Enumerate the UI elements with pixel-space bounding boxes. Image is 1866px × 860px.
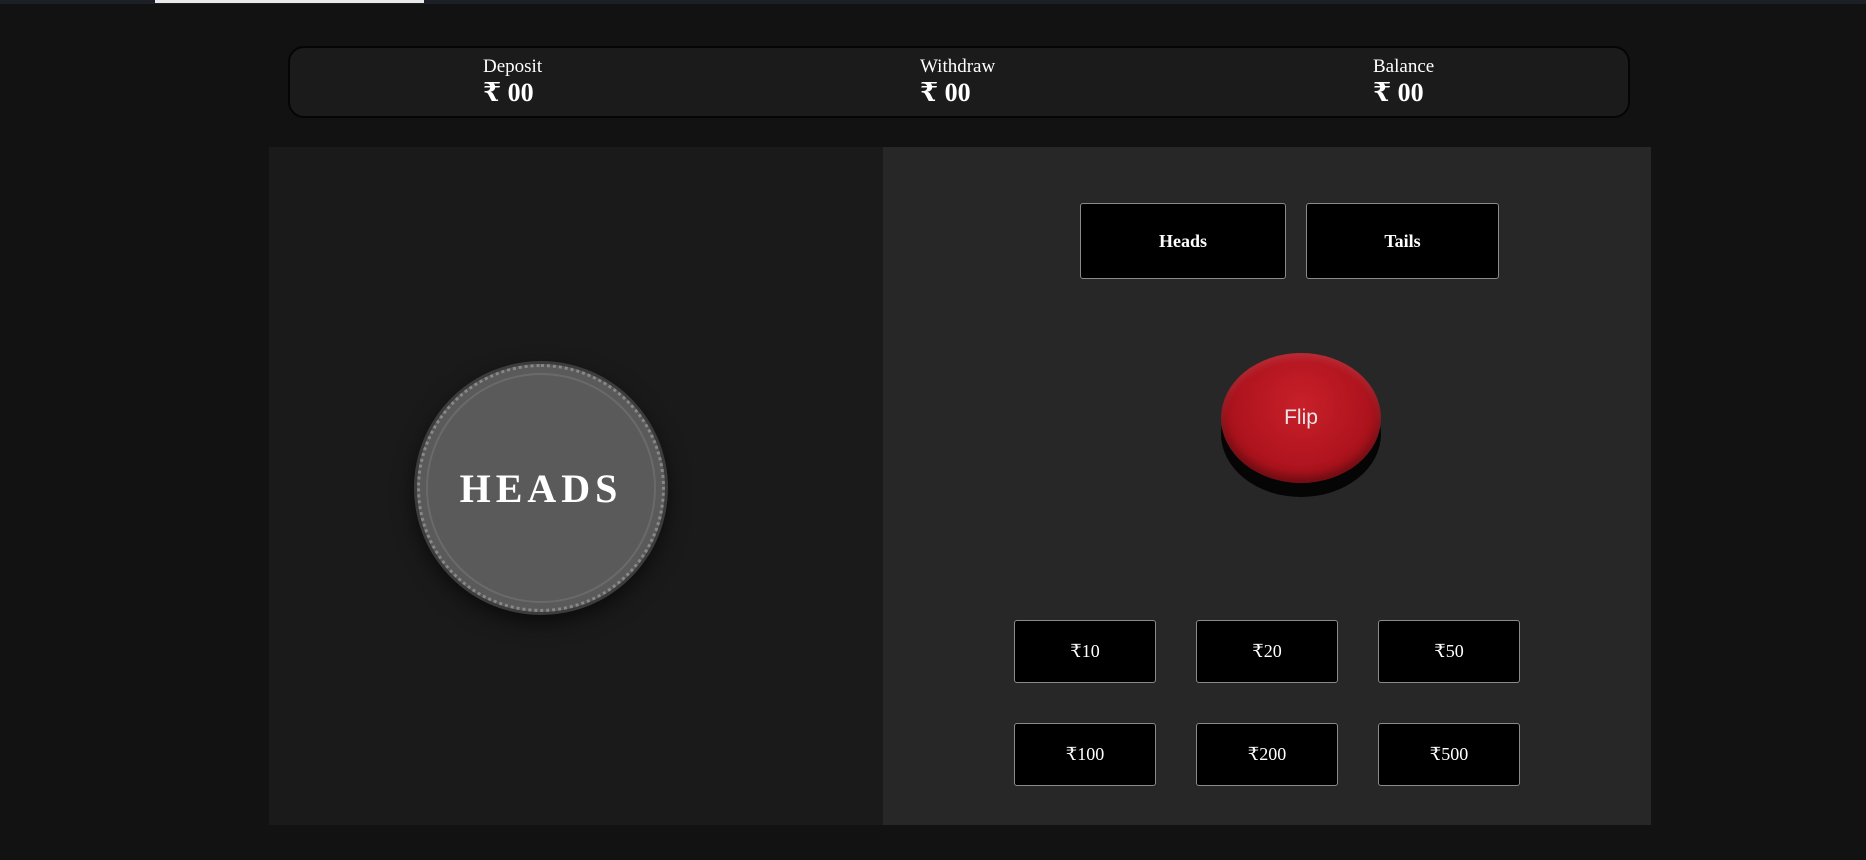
flip-button[interactable]: Flip xyxy=(1221,353,1381,483)
amount-button-500[interactable]: ₹500 xyxy=(1378,723,1520,786)
stats-bar: Deposit ₹ 00 Withdraw ₹ 00 Balance ₹ 00 xyxy=(288,46,1630,118)
amount-button-20[interactable]: ₹20 xyxy=(1196,620,1338,683)
coin-face-text: HEADS xyxy=(459,465,623,511)
balance-stat: Balance ₹ 00 xyxy=(1373,56,1434,108)
active-tab-indicator xyxy=(155,0,424,3)
deposit-stat: Deposit ₹ 00 xyxy=(483,56,542,108)
withdraw-label: Withdraw xyxy=(920,56,996,77)
deposit-label: Deposit xyxy=(483,56,543,77)
balance-value: ₹ 00 xyxy=(1373,78,1424,107)
balance-label: Balance xyxy=(1373,56,1435,77)
tails-button[interactable]: Tails xyxy=(1306,203,1499,279)
deposit-value: ₹ 00 xyxy=(483,78,534,107)
withdraw-stat: Withdraw ₹ 00 xyxy=(920,56,995,108)
amount-button-200[interactable]: ₹200 xyxy=(1196,723,1338,786)
flip-button-wrapper: Flip xyxy=(1221,353,1383,501)
control-panel: Heads Tails Flip ₹10 ₹20 ₹50 ₹100 ₹200 ₹… xyxy=(883,147,1651,825)
heads-button[interactable]: Heads xyxy=(1080,203,1286,279)
coin-panel: HEADS xyxy=(269,147,883,825)
withdraw-value: ₹ 00 xyxy=(920,78,971,107)
amount-button-50[interactable]: ₹50 xyxy=(1378,620,1520,683)
coin: HEADS xyxy=(417,364,665,612)
amount-button-100[interactable]: ₹100 xyxy=(1014,723,1156,786)
amount-button-10[interactable]: ₹10 xyxy=(1014,620,1156,683)
